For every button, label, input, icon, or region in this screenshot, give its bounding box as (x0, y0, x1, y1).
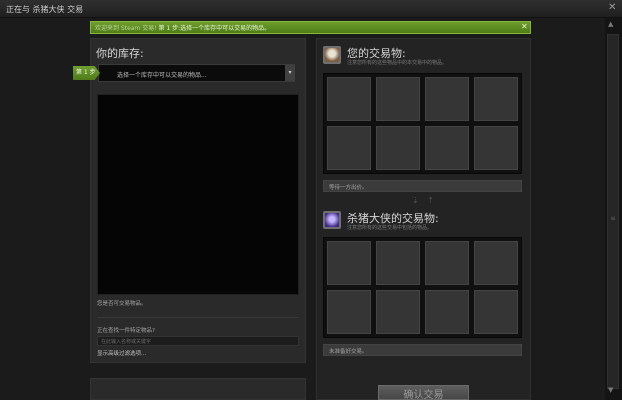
swap-arrows-icon: ⇣ ⇡ (412, 196, 437, 205)
notice-prefix: 欢迎来到 Steam 交易! (95, 25, 157, 32)
user-avatar-icon (323, 46, 341, 64)
scroll-down-icon[interactable]: ▼ (608, 386, 613, 394)
chevron-down-icon[interactable]: ▾ (285, 65, 295, 81)
trade-slot[interactable] (376, 77, 420, 121)
trade-slot[interactable] (474, 77, 518, 121)
trade-slot (327, 290, 371, 334)
trade-slot[interactable] (425, 77, 469, 121)
trade-slot (327, 241, 371, 285)
scrollbar-thumb[interactable] (607, 34, 619, 389)
trade-slot (474, 290, 518, 334)
scroll-up-icon[interactable]: ▲ (608, 20, 613, 28)
trade-slot (474, 241, 518, 285)
advanced-filter-link[interactable]: 显示高级过滤选项... (97, 349, 146, 357)
inventory-divider (97, 317, 299, 318)
partner-avatar-icon (323, 211, 341, 229)
inventory-select[interactable]: 选择一个库存中可以交易的物品... ▾ (98, 64, 295, 82)
notice-bar: 欢迎来到 Steam 交易! 第 1 步:选择一个库存中可以交易的物品。 ✕ (90, 21, 531, 34)
my-offer-subtitle: 注意您所有的这些物品中的本交易中的物品。 (347, 60, 448, 66)
notice-step-text: 第 1 步:选择一个库存中可以交易的物品。 (158, 25, 271, 32)
selected-item-text: 您是否可交易物品。 (97, 301, 147, 307)
window-titlebar: 正在与 杀猪大侠 交易 ✕ (0, 0, 622, 18)
trade-slot (376, 290, 420, 334)
window-title: 正在与 杀猪大侠 交易 (6, 5, 84, 14)
trade-slot[interactable] (474, 126, 518, 170)
my-offer-status: 等待一方出价。 (323, 180, 522, 192)
trade-slot (425, 290, 469, 334)
notice-close-icon[interactable]: ✕ (521, 22, 528, 31)
their-offer-grid (323, 237, 522, 338)
inventory-select-label: 选择一个库存中可以交易的物品... (117, 72, 207, 79)
inventory-title: 你的库存: (96, 47, 144, 60)
inventory-view[interactable] (97, 94, 299, 295)
my-offer-status-text: 等待一方出价。 (329, 185, 368, 191)
trade-slot (376, 241, 420, 285)
scroll-grip-icon: ≡ (610, 215, 616, 222)
notice-text: 欢迎来到 Steam 交易! 第 1 步:选择一个库存中可以交易的物品。 (95, 23, 270, 32)
trade-slot[interactable] (376, 126, 420, 170)
window-close-icon[interactable]: ✕ (608, 2, 616, 13)
their-offer-status: 未准备好交易。 (323, 344, 522, 356)
confirm-trade-button[interactable]: 确认交易 (378, 385, 469, 400)
search-input[interactable]: 在此输入名称或关键字 (97, 336, 299, 346)
their-offer-status-text: 未准备好交易。 (329, 349, 368, 355)
their-offer-subtitle: 注意您所有的这些交易中包括的物品。 (347, 225, 433, 231)
trade-slot[interactable] (425, 126, 469, 170)
trade-slot[interactable] (327, 77, 371, 121)
step-badge: 第 1 步 (73, 66, 100, 80)
my-offer-grid (323, 73, 522, 174)
trade-slot[interactable] (327, 126, 371, 170)
trade-slot (425, 241, 469, 285)
lower-panel (90, 378, 306, 400)
search-placeholder: 在此输入名称或关键字 (101, 339, 152, 345)
search-question: 正在查找一件特定物品? (97, 328, 155, 334)
